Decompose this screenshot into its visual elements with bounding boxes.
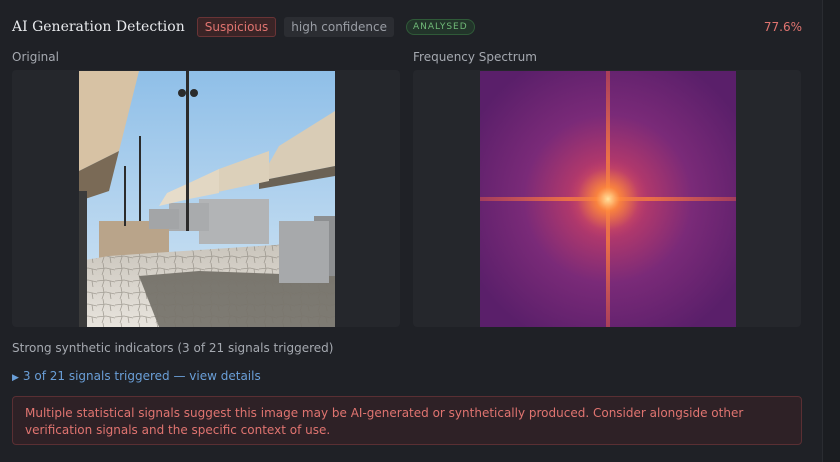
scrollbar-track[interactable] bbox=[822, 0, 840, 462]
detection-panel: AI Generation Detection Suspicious high … bbox=[0, 0, 822, 462]
spectrum-image-frame bbox=[413, 70, 801, 327]
panel-title: AI Generation Detection bbox=[12, 19, 185, 35]
detection-header: AI Generation Detection Suspicious high … bbox=[12, 16, 802, 38]
original-image bbox=[79, 71, 335, 327]
original-image-frame bbox=[12, 70, 400, 327]
confidence-badge: high confidence bbox=[284, 17, 394, 37]
triangle-right-icon: ▶ bbox=[12, 373, 19, 383]
warning-alert: Multiple statistical signals suggest thi… bbox=[12, 396, 802, 445]
frequency-spectrum-image bbox=[480, 71, 736, 327]
verdict-badge: Suspicious bbox=[196, 17, 277, 37]
signal-summary: Strong synthetic indicators (3 of 21 sig… bbox=[12, 341, 334, 355]
spectrum-label: Frequency Spectrum bbox=[413, 50, 537, 64]
original-label: Original bbox=[12, 50, 59, 64]
signals-details-toggle[interactable]: ▶ 3 of 21 signals triggered — view detail… bbox=[12, 369, 261, 383]
details-link-label: 3 of 21 signals triggered — view details bbox=[22, 369, 261, 383]
ai-score: 77.6% bbox=[763, 20, 802, 34]
status-badge: ANALYSED bbox=[405, 19, 475, 35]
